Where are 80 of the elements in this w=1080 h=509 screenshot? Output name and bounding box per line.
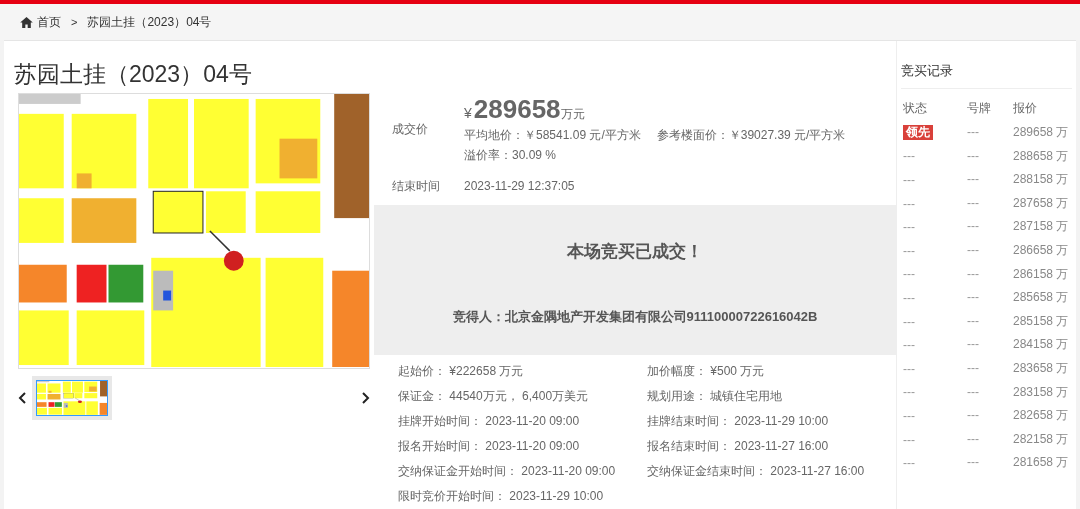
plate-cell-text: ---: [967, 194, 980, 212]
map-thumbnail-drawing: [37, 381, 107, 415]
result-headline: 本场竞买已成交！: [567, 241, 703, 263]
plate-cell-text: ---: [967, 124, 980, 141]
detail-text: 挂牌结束时间： 2023-11-29 10:00: [647, 413, 830, 430]
detail-text: 报名结束时间： 2023-11-27 16:00: [647, 438, 830, 455]
bid-price-cell-text: 287658 万: [1013, 194, 1070, 212]
detail-text: 挂牌开始时间： 2023-11-20 09:00: [398, 413, 581, 430]
detail-text: 限时竞价开始时间： 2023-11-29 10:00: [398, 488, 605, 505]
plate-cell-text: ---: [967, 289, 980, 307]
price-stat: 参考楼面价：￥39027.39 元/平方米: [656, 127, 846, 144]
winner-text: 竞得人：北京金隅地产开发集团有限公司91110000722616042B: [452, 307, 818, 326]
plate-cell-text: ---: [967, 383, 980, 401]
bid-price-cell-text: 287158 万: [1013, 218, 1070, 236]
detail-text: 交纳保证金结束时间： 2023-11-27 16:00: [647, 463, 866, 480]
detail-text: 报名开始时间： 2023-11-20 09:00: [398, 438, 581, 455]
chevron-right-icon[interactable]: [362, 392, 370, 404]
breadcrumb-separator: >: [71, 14, 78, 30]
currency-symbol: ¥: [464, 104, 472, 123]
bid-price-cell-text: 288658 万: [1013, 147, 1070, 165]
plate-cell-text: ---: [967, 454, 980, 472]
status-text: ---: [903, 360, 915, 378]
price-stat: 平均地价：￥58541.09 元/平方米: [464, 127, 641, 144]
column-header: 号牌: [967, 100, 992, 117]
plate-cell-text: ---: [967, 336, 980, 354]
status-text: ---: [903, 266, 915, 284]
price-unit: 万元: [560, 107, 585, 123]
plate-cell-text: ---: [967, 430, 980, 448]
map-thumbnail[interactable]: [32, 376, 112, 420]
status-text: ---: [903, 148, 915, 166]
detail-text: 起始价： ¥222658 万元: [398, 363, 525, 380]
status-text: ---: [903, 313, 915, 331]
breadcrumb-link[interactable]: 首页: [37, 13, 61, 31]
detail-text: 保证金： 44540万元， 6,400万美元: [398, 388, 590, 405]
status-text: ---: [903, 289, 915, 307]
bid-price-cell-text: 282158 万: [1013, 430, 1070, 448]
detail-text: 加价幅度： ¥500 万元: [647, 363, 766, 380]
bid-price-cell-text: 288158 万: [1013, 171, 1070, 189]
bid-price-cell-text: 285158 万: [1013, 312, 1070, 330]
end-time-label: 结束时间: [392, 178, 441, 195]
status-text: ---: [903, 384, 915, 402]
price-stat: 溢价率：30.09 %: [464, 147, 557, 164]
leading-badge: 领先: [903, 125, 933, 141]
plate-cell-text: ---: [967, 407, 980, 425]
bid-price-cell-text: 286658 万: [1013, 241, 1070, 259]
bid-price-cell-text: 284158 万: [1013, 336, 1070, 354]
bid-price-cell-text: 281658 万: [1013, 454, 1070, 472]
bid-price-cell-text: 289658 万: [1013, 124, 1070, 141]
status-text: ---: [903, 455, 915, 473]
plate-cell-text: ---: [967, 171, 980, 189]
price-label: 成交价: [392, 121, 429, 138]
status-text: ---: [903, 242, 915, 260]
status-text: ---: [903, 195, 915, 213]
chevron-left-icon[interactable]: [18, 392, 26, 404]
column-header: 状态: [903, 100, 928, 117]
plate-cell-text: ---: [967, 265, 980, 283]
detail-text: 交纳保证金开始时间： 2023-11-20 09:00: [398, 463, 617, 480]
plate-cell-text: ---: [967, 312, 980, 330]
bid-price-cell-text: 285658 万: [1013, 289, 1070, 307]
bid-price-cell-text: 283158 万: [1013, 383, 1070, 401]
plate-cell-text: ---: [967, 241, 980, 259]
plate-cell-text: ---: [967, 359, 980, 377]
plate-cell-text: ---: [967, 218, 980, 236]
bid-price-cell-text: 282658 万: [1013, 407, 1070, 425]
bid-record-title: 竞买记录: [901, 41, 1072, 89]
status-text: ---: [903, 219, 915, 237]
end-time: 2023-11-29 12:37:05: [464, 178, 575, 195]
detail-text: 规划用途： 城镇住宅用地: [647, 388, 784, 405]
page-title: 苏园土挂（2023）04号: [13, 60, 253, 89]
status-text: ---: [903, 431, 915, 449]
deal-price: 289658: [473, 93, 561, 125]
column-header: 报价: [1013, 100, 1038, 117]
status-text: ---: [903, 337, 915, 355]
plate-cell-text: ---: [967, 147, 980, 165]
home-icon: [20, 16, 33, 28]
status-text: ---: [903, 407, 915, 425]
bid-price-cell-text: 283658 万: [1013, 359, 1070, 377]
bid-price-cell-text: 286158 万: [1013, 265, 1070, 283]
breadcrumb-current: 苏园土挂（2023）04号: [87, 14, 212, 31]
status-text: ---: [903, 172, 915, 189]
